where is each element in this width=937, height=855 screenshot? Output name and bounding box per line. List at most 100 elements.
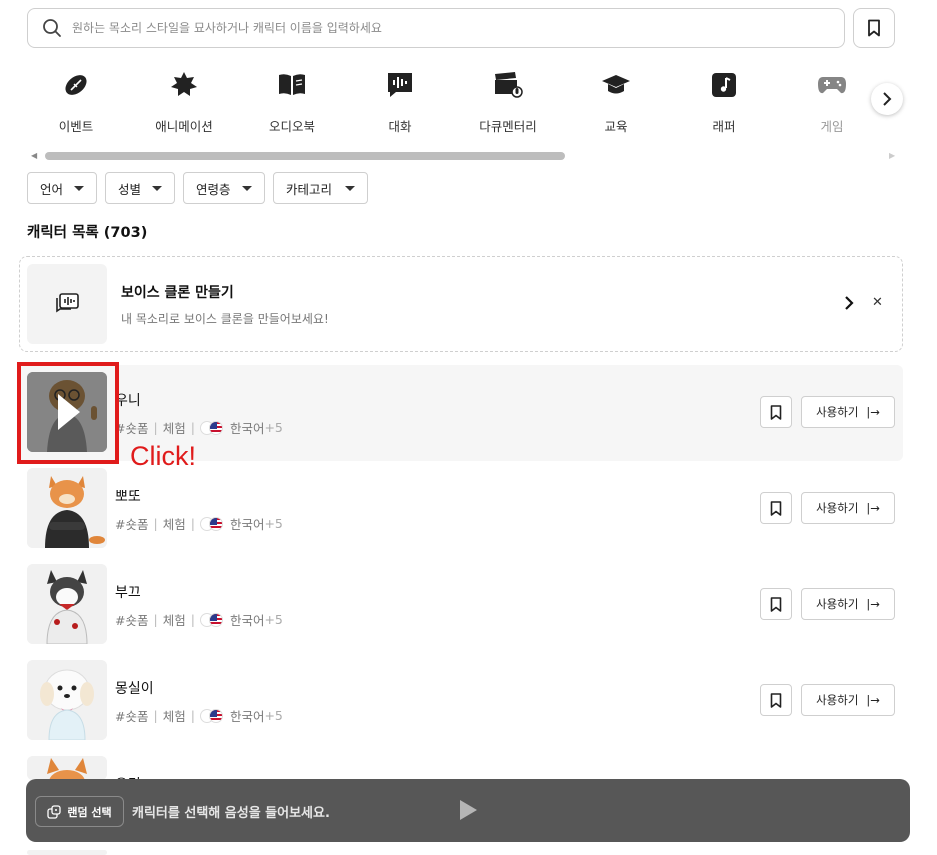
character-thumbnail[interactable] xyxy=(27,468,107,548)
use-button-label: 사용하기 xyxy=(816,693,859,707)
saved-bookmark-button[interactable] xyxy=(853,8,895,48)
category-conversation[interactable]: 대화 xyxy=(346,68,454,138)
caret-down-icon xyxy=(74,186,84,191)
language-extra-count: +5 xyxy=(264,420,283,435)
language-extra-count: +5 xyxy=(264,516,283,531)
language-flags-icon xyxy=(199,612,226,627)
category-label: 래퍼 xyxy=(712,119,736,134)
character-thumbnail[interactable] xyxy=(27,756,107,780)
enter-arrow-icon: |→ xyxy=(866,405,880,419)
category-label: 이벤트 xyxy=(58,119,94,134)
category-rapper[interactable]: 래퍼 xyxy=(670,68,778,138)
character-tag: #숏폼 xyxy=(115,709,149,724)
music-note-icon xyxy=(707,68,741,102)
bookmark-button[interactable] xyxy=(760,684,792,716)
character-type: 체험 xyxy=(162,613,186,628)
character-language: 한국어 xyxy=(229,421,265,436)
use-button[interactable]: 사용하기 |→ xyxy=(801,492,895,524)
character-name: 부끄 xyxy=(115,585,141,601)
filter-age[interactable]: 연령층 xyxy=(183,172,265,204)
language-flags-icon xyxy=(199,708,226,723)
character-thumbnail[interactable] xyxy=(27,564,107,644)
use-button[interactable]: 사용하기 |→ xyxy=(801,396,895,428)
book-icon xyxy=(275,68,309,102)
character-image xyxy=(27,660,107,740)
caret-down-icon xyxy=(152,186,162,191)
click-annotation: Click! xyxy=(130,441,196,471)
chat-waveform-icon xyxy=(56,293,79,313)
voice-clone-card[interactable] xyxy=(19,256,903,352)
voice-clone-subtitle: 내 목소리로 보이스 클론을 만들어보세요! xyxy=(121,312,329,326)
filter-category[interactable]: 카테고리 xyxy=(273,172,368,204)
filter-language[interactable]: 언어 xyxy=(27,172,97,204)
character-language: 한국어 xyxy=(229,613,265,628)
search-input[interactable] xyxy=(72,21,812,35)
character-thumbnail[interactable] xyxy=(27,660,107,740)
category-education[interactable]: 교육 xyxy=(562,68,670,138)
filter-gender[interactable]: 성별 xyxy=(105,172,175,204)
click-highlight-box xyxy=(17,362,119,464)
character-meta: #숏폼 | 체험 | 한국어 +5 xyxy=(115,708,283,724)
clapperboard-mic-icon xyxy=(491,68,525,102)
category-audiobook[interactable]: 오디오북 xyxy=(238,68,346,138)
bookmark-icon xyxy=(770,404,782,420)
character-type: 체험 xyxy=(162,421,186,436)
category-label: 애니메이션 xyxy=(155,119,213,134)
bookmark-icon xyxy=(770,692,782,708)
language-extra-count: +5 xyxy=(264,612,283,627)
category-documentary[interactable]: 다큐멘터리 xyxy=(454,68,562,138)
category-label: 대화 xyxy=(388,119,412,134)
bookmark-button[interactable] xyxy=(760,588,792,620)
character-image xyxy=(27,468,107,548)
category-scrollbar[interactable] xyxy=(45,152,565,160)
use-button[interactable]: 사용하기 |→ xyxy=(801,588,895,620)
character-meta: #숏폼 | 체험 | 한국어 +5 xyxy=(115,420,283,436)
chevron-right-icon[interactable] xyxy=(840,294,858,312)
bookmark-icon xyxy=(770,500,782,516)
scroll-right-arrow[interactable]: ▶ xyxy=(889,151,895,160)
bookmark-button[interactable] xyxy=(760,492,792,524)
category-label: 다큐멘터리 xyxy=(479,119,537,134)
chevron-right-icon xyxy=(883,92,892,106)
category-next-button[interactable] xyxy=(871,83,903,115)
close-icon[interactable]: ✕ xyxy=(872,295,883,310)
character-list-title: 캐릭터 목록 (703) xyxy=(27,225,148,241)
enter-arrow-icon: |→ xyxy=(866,693,880,707)
bookmark-icon xyxy=(770,596,782,612)
category-animation[interactable]: 애니메이션 xyxy=(130,68,238,138)
voice-clone-title: 보이스 클론 만들기 xyxy=(121,285,234,301)
gamepad-icon xyxy=(815,68,849,102)
play-icon[interactable] xyxy=(460,800,477,820)
random-select-button[interactable]: 랜덤 선택 xyxy=(35,796,124,827)
character-thumbnail[interactable] xyxy=(27,850,107,855)
category-event[interactable]: 이벤트 xyxy=(22,68,130,138)
character-tag: #숏폼 xyxy=(115,421,149,436)
search-bar[interactable] xyxy=(27,8,845,48)
bookmark-button[interactable] xyxy=(760,396,792,428)
football-icon xyxy=(59,68,93,102)
player-prompt: 캐릭터를 선택해 음성을 들어보세요. xyxy=(132,806,330,821)
bookmark-icon xyxy=(868,19,880,37)
caret-down-icon xyxy=(242,186,252,191)
character-type: 체험 xyxy=(162,517,186,532)
random-select-label: 랜덤 선택 xyxy=(67,805,112,819)
use-button-label: 사용하기 xyxy=(816,597,859,611)
character-name: 뽀또 xyxy=(115,489,141,505)
language-extra-count: +5 xyxy=(264,708,283,723)
filter-label: 카테고리 xyxy=(286,181,333,197)
character-tag: #숏폼 xyxy=(115,517,149,532)
character-image xyxy=(27,756,107,780)
use-button-label: 사용하기 xyxy=(816,405,859,419)
use-button[interactable]: 사용하기 |→ xyxy=(801,684,895,716)
dice-icon xyxy=(47,804,61,819)
character-meta: #숏폼 | 체험 | 한국어 +5 xyxy=(115,516,283,532)
category-game[interactable]: 게임 xyxy=(778,68,886,138)
voice-clone-thumb xyxy=(27,264,107,344)
filter-label: 성별 xyxy=(118,181,142,197)
enter-arrow-icon: |→ xyxy=(866,501,880,515)
character-language: 한국어 xyxy=(229,517,265,532)
character-type: 체험 xyxy=(162,709,186,724)
filter-label: 언어 xyxy=(40,181,64,197)
scroll-left-arrow[interactable]: ◀ xyxy=(31,151,37,160)
character-language: 한국어 xyxy=(229,709,265,724)
